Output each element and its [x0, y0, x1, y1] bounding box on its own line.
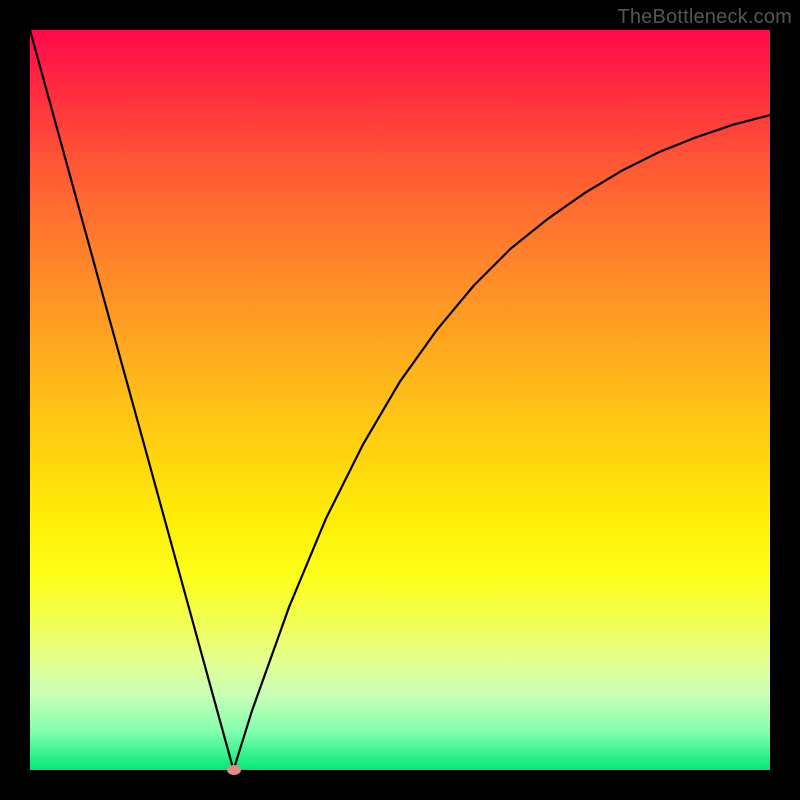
curve-layer — [30, 30, 770, 770]
curve-right-branch — [234, 115, 771, 770]
watermark-text: TheBottleneck.com — [617, 6, 792, 29]
chart-frame: TheBottleneck.com — [0, 0, 800, 800]
curve-left-branch — [30, 30, 234, 770]
plot-area — [30, 30, 770, 770]
minimum-marker — [227, 765, 241, 775]
